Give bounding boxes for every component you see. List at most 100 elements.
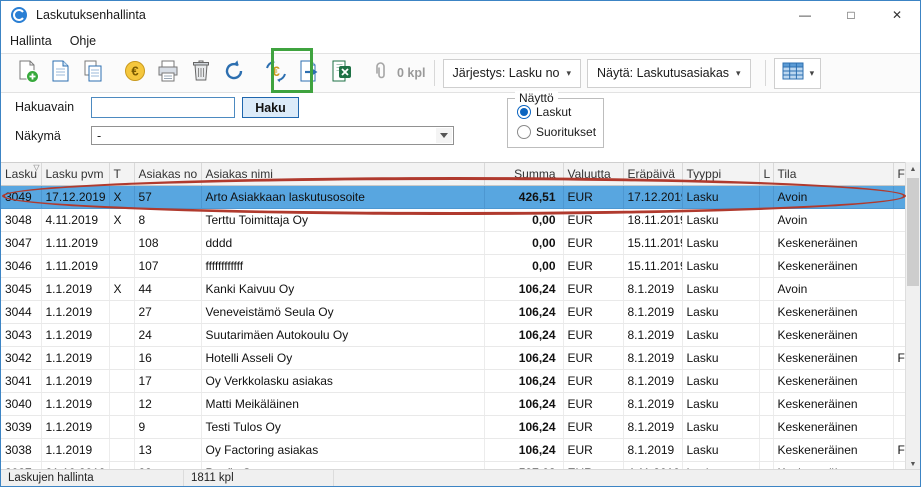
- radio-icon[interactable]: [517, 125, 531, 139]
- invoice-row[interactable]: 30451.1.2019X44Kanki Kaivuu Oy106,24EUR8…: [1, 278, 907, 301]
- invoice-row[interactable]: 30484.11.2019X8Terttu Toimittaja Oy0,00E…: [1, 209, 907, 232]
- column-header-tila[interactable]: Tila: [773, 163, 893, 186]
- column-header-tyyppi[interactable]: Tyyppi: [682, 163, 759, 186]
- invoice-row[interactable]: 30431.1.201924Suutarimäen Autokoulu Oy10…: [1, 324, 907, 347]
- scroll-up-icon[interactable]: ▲: [906, 162, 920, 177]
- cell-erapaiva: 8.1.2019: [623, 416, 682, 439]
- cell-summa: 106,24: [484, 416, 563, 439]
- view-filter-dropdown[interactable]: Näytä: Laskutusasiakas ▾: [587, 59, 751, 88]
- cell-valuutta: EUR: [563, 301, 623, 324]
- cell-lasku-pvm: 1.1.2019: [41, 393, 109, 416]
- cell-summa: 0,00: [484, 209, 563, 232]
- cell-erapaiva: 8.1.2019: [623, 370, 682, 393]
- invoice-row[interactable]: 30401.1.201912Matti Meikäläinen106,24EUR…: [1, 393, 907, 416]
- cell-valuutta: EUR: [563, 209, 623, 232]
- cell-lasku-no: 3038: [1, 439, 41, 462]
- payments-button[interactable]: €: [119, 57, 151, 89]
- cell-valuutta: EUR: [563, 186, 623, 209]
- cell-valuutta: EUR: [563, 416, 623, 439]
- cell-t: [109, 255, 134, 278]
- cell-lasku-pvm: 1.1.2019: [41, 370, 109, 393]
- new-invoice-button[interactable]: [11, 57, 43, 89]
- cell-lasku-no: 3048: [1, 209, 41, 232]
- table-grid-icon: [781, 60, 805, 87]
- minimize-button[interactable]: —: [782, 1, 828, 29]
- attachments-indicator[interactable]: 0 kpl: [370, 60, 426, 87]
- document-icon: [47, 58, 73, 89]
- maximize-button[interactable]: □: [828, 1, 874, 29]
- invoice-row[interactable]: 30421.1.201916Hotelli Asseli Oy106,24EUR…: [1, 347, 907, 370]
- cell-summa: 106,24: [484, 278, 563, 301]
- scrollbar-thumb[interactable]: [907, 178, 919, 286]
- statusbar-mode-label: Laskujen hallinta: [1, 470, 184, 486]
- invoice-row[interactable]: 30461.11.2019107ffffffffffff0,00EUR15.11…: [1, 255, 907, 278]
- cell-tyyppi: Lasku: [682, 255, 759, 278]
- invoice-row[interactable]: 30411.1.201917Oy Verkkolasku asiakas106,…: [1, 370, 907, 393]
- search-input[interactable]: [91, 97, 235, 118]
- currency-update-button[interactable]: €: [260, 57, 292, 89]
- cell-tila: Keskeneräinen: [773, 347, 893, 370]
- cell-asiakas-nimi: Kanki Kaivuu Oy: [201, 278, 484, 301]
- column-header-asiakas-no[interactable]: Asiakas no: [134, 163, 201, 186]
- combo-dropdown-icon[interactable]: [436, 128, 452, 143]
- cell-t: [109, 416, 134, 439]
- column-header-l[interactable]: L: [759, 163, 773, 186]
- column-header-erapaiva[interactable]: Eräpäivä: [623, 163, 682, 186]
- euro-coin-icon: €: [122, 58, 148, 89]
- window-title: Laskutuksenhallinta: [36, 8, 146, 22]
- grid-columns-button[interactable]: ▾: [774, 58, 822, 89]
- invoice-row[interactable]: 30391.1.20199Testi Tulos Oy106,24EUR8.1.…: [1, 416, 907, 439]
- cell-tyyppi: Lasku: [682, 186, 759, 209]
- cell-erapaiva: 8.1.2019: [623, 278, 682, 301]
- menu-ohje[interactable]: Ohje: [61, 31, 105, 51]
- export-button[interactable]: [293, 57, 325, 89]
- menu-hallinta[interactable]: Hallinta: [1, 31, 61, 51]
- invoice-row[interactable]: 30381.1.201913Oy Factoring asiakas106,24…: [1, 439, 907, 462]
- cell-l: [759, 370, 773, 393]
- print-button[interactable]: [152, 57, 184, 89]
- column-header-summa[interactable]: Summa: [484, 163, 563, 186]
- invoice-row[interactable]: 30441.1.201927Veneveistämö Seula Oy106,2…: [1, 301, 907, 324]
- sort-order-dropdown[interactable]: Järjestys: Lasku no ▾: [443, 59, 582, 88]
- radio-icon[interactable]: [517, 105, 531, 119]
- excel-export-button[interactable]: [326, 57, 358, 89]
- cell-l: [759, 347, 773, 370]
- open-invoice-button[interactable]: [44, 57, 76, 89]
- sort-order-label: Järjestys: Lasku no: [453, 66, 560, 80]
- copy-invoice-button[interactable]: [77, 57, 109, 89]
- refresh-button[interactable]: [218, 57, 250, 89]
- column-header-lasku-no[interactable]: Lasku no▽: [1, 163, 41, 186]
- cell-asiakas-no: 17: [134, 370, 201, 393]
- vertical-scrollbar[interactable]: ▲ ▼: [905, 162, 920, 472]
- cell-t: [109, 324, 134, 347]
- column-header-asiakas-nimi[interactable]: Asiakas nimi: [201, 163, 484, 186]
- column-header-t[interactable]: T: [109, 163, 134, 186]
- cell-l: [759, 232, 773, 255]
- cell-asiakas-no: 44: [134, 278, 201, 301]
- cell-lasku-pvm: 17.12.2019: [41, 186, 109, 209]
- view-selector-combobox[interactable]: -: [91, 126, 454, 145]
- column-header-lasku-pvm[interactable]: Lasku pvm: [41, 163, 109, 186]
- cell-lasku-pvm: 1.1.2019: [41, 439, 109, 462]
- cell-l: [759, 416, 773, 439]
- invoice-row[interactable]: 304917.12.2019X57Arto Asiakkaan laskutus…: [1, 186, 907, 209]
- display-radio-option[interactable]: Laskut: [517, 105, 603, 119]
- cell-tyyppi: Lasku: [682, 301, 759, 324]
- delete-button[interactable]: [185, 57, 217, 89]
- cell-erapaiva: 8.1.2019: [623, 393, 682, 416]
- cell-valuutta: EUR: [563, 370, 623, 393]
- cell-asiakas-nimi: Suutarimäen Autokoulu Oy: [201, 324, 484, 347]
- column-header-valuutta[interactable]: Valuutta: [563, 163, 623, 186]
- cell-summa: 426,51: [484, 186, 563, 209]
- cell-asiakas-nimi: Veneveistämö Seula Oy: [201, 301, 484, 324]
- view-filter-label: Näytä: Laskutusasiakas: [597, 66, 729, 80]
- display-radio-option[interactable]: Suoritukset: [517, 125, 603, 139]
- search-button[interactable]: Haku: [242, 97, 299, 118]
- close-button[interactable]: ✕: [874, 1, 920, 29]
- cell-tila: Keskeneräinen: [773, 416, 893, 439]
- cell-valuutta: EUR: [563, 232, 623, 255]
- cell-lasku-pvm: 1.1.2019: [41, 301, 109, 324]
- cell-lasku-no: 3046: [1, 255, 41, 278]
- printer-icon: [155, 58, 181, 89]
- invoice-row[interactable]: 30471.11.2019108dddd0,00EUR15.11.2019Las…: [1, 232, 907, 255]
